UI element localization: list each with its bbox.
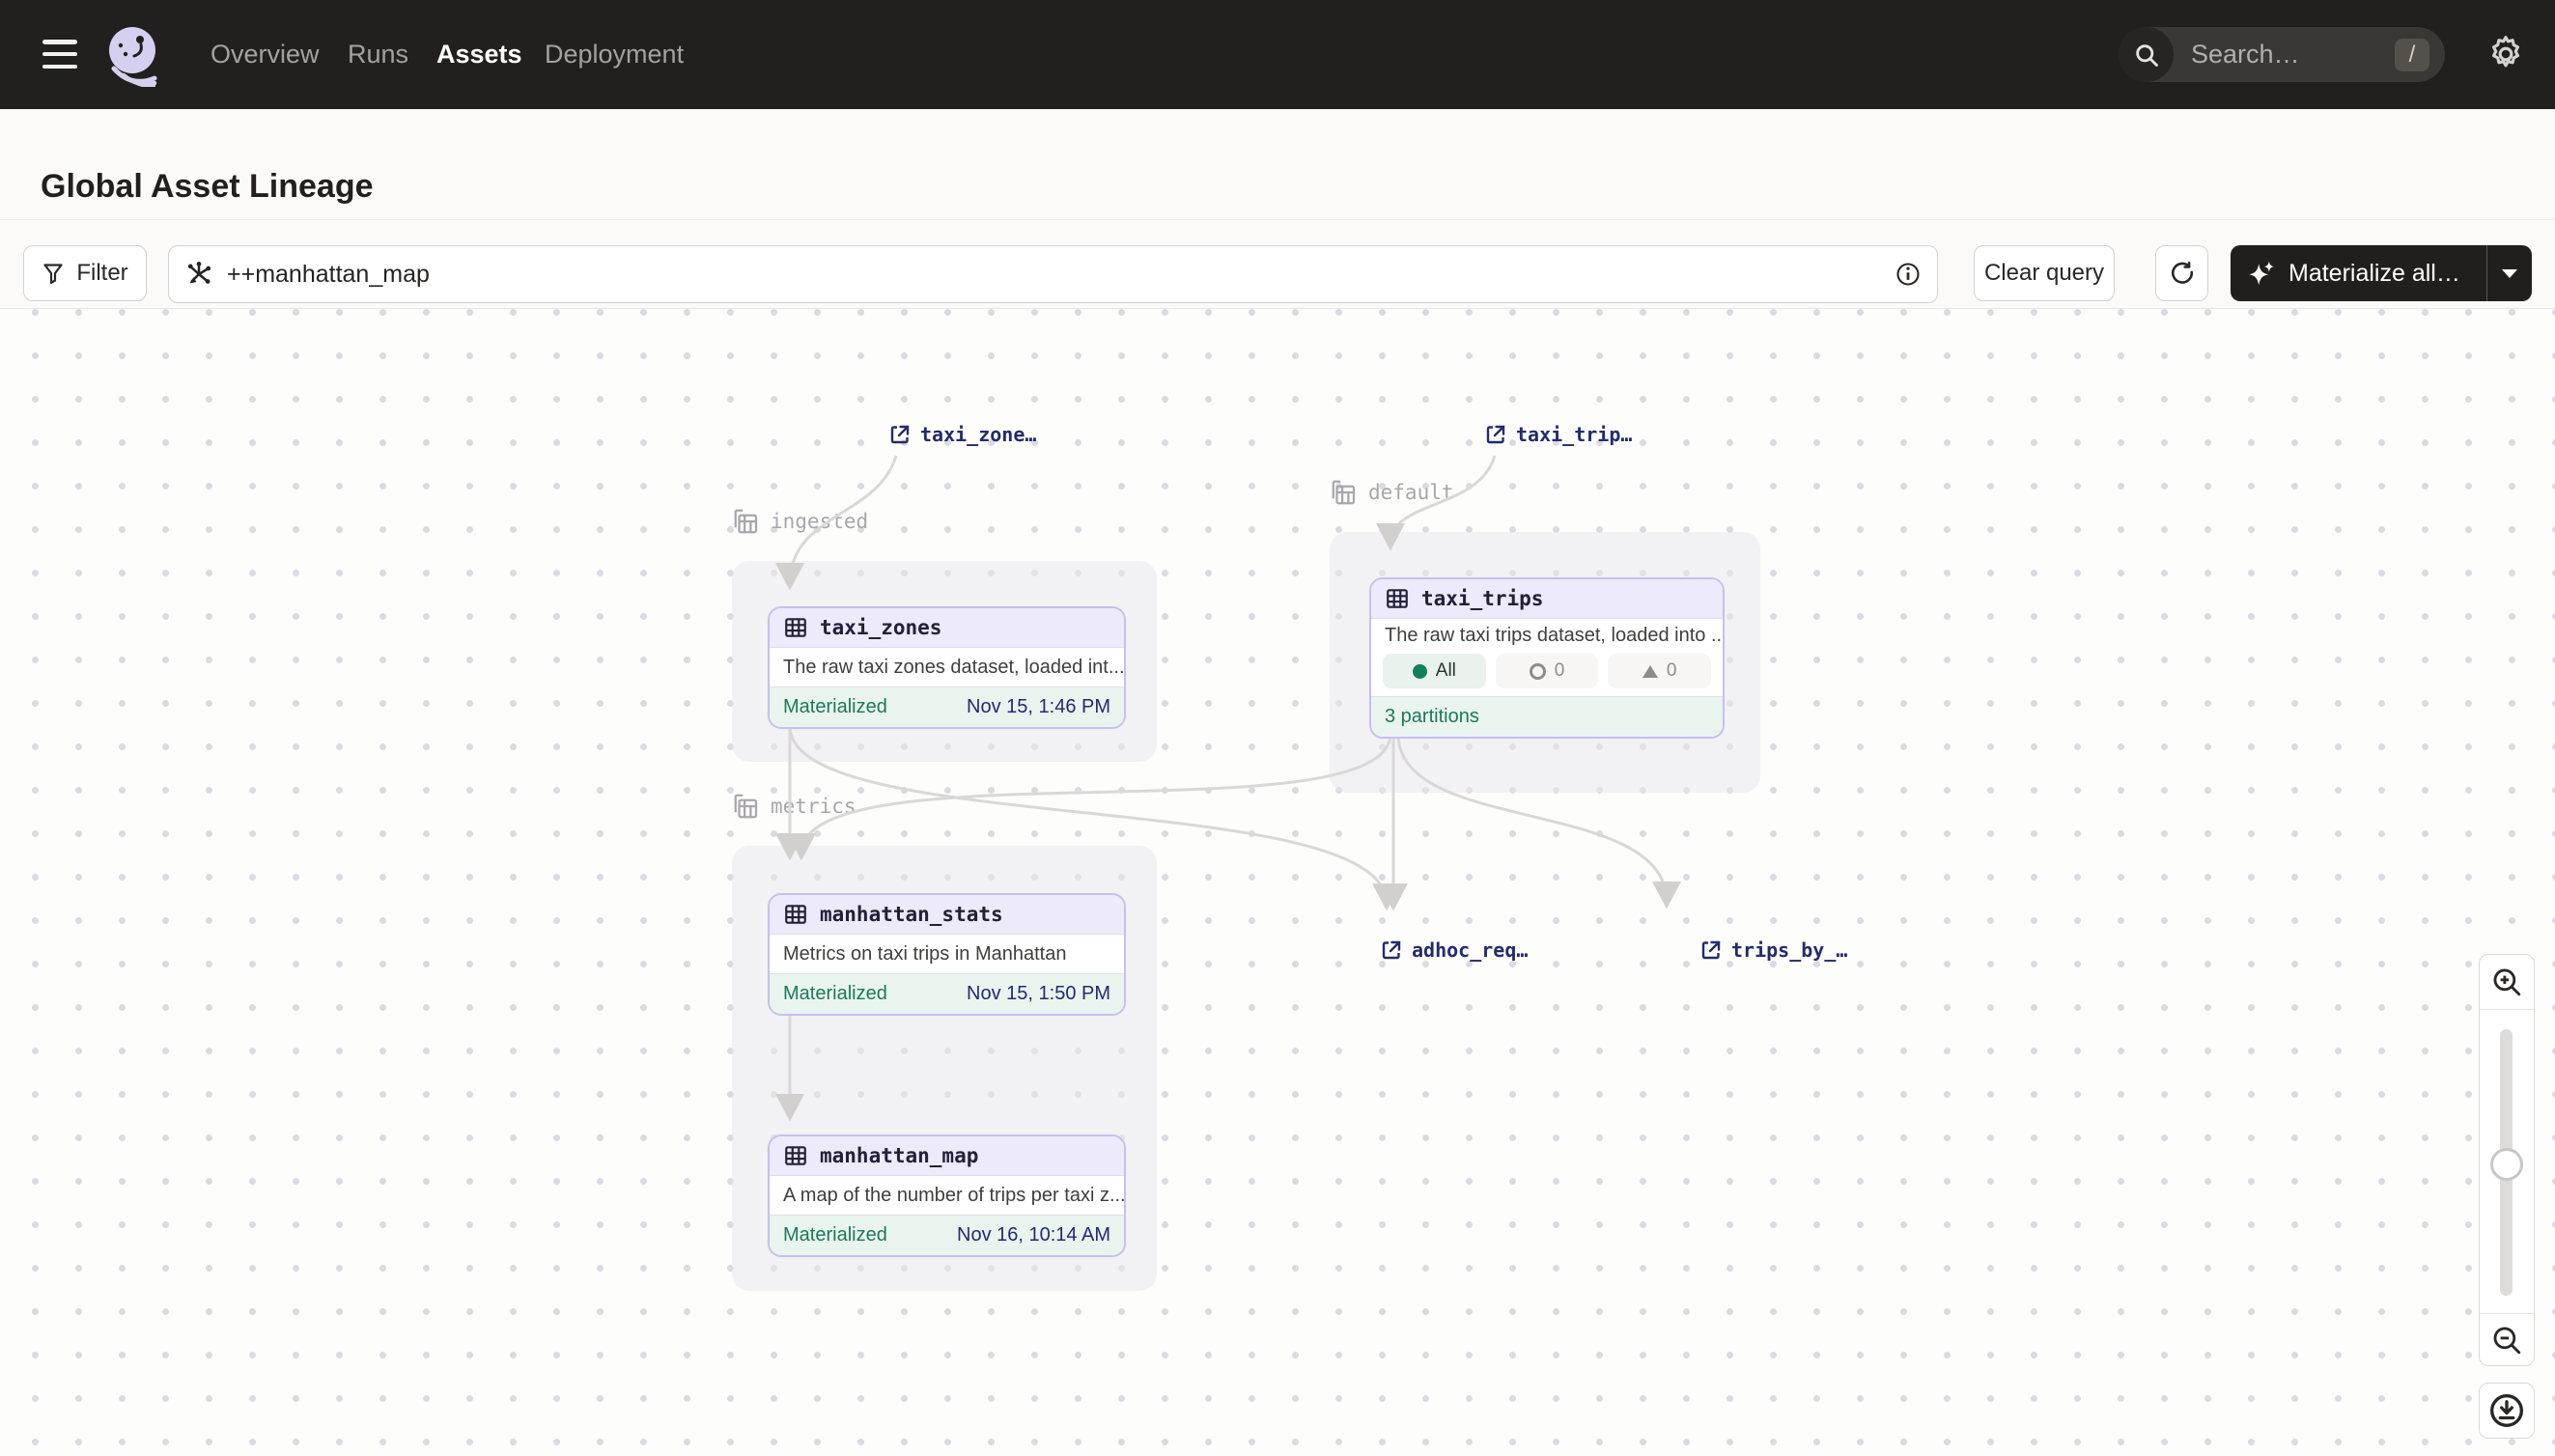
search-icon xyxy=(2119,27,2174,82)
search-shortcut-badge: / xyxy=(2395,39,2429,71)
sparkle-icon xyxy=(2248,259,2277,288)
materialize-options-button[interactable] xyxy=(2486,245,2532,301)
status-badge: Materialized xyxy=(783,1224,887,1246)
zoom-in-button[interactable] xyxy=(2480,955,2534,1008)
table-icon xyxy=(783,902,808,927)
zoom-slider-thumb[interactable] xyxy=(2490,1148,2523,1181)
zoom-out-icon xyxy=(2490,1324,2523,1357)
asset-description: The raw taxi trips dataset, loaded into … xyxy=(1371,619,1723,652)
chevron-down-icon xyxy=(2502,269,2517,278)
refresh-graph-button[interactable] xyxy=(2155,245,2208,301)
ring-icon xyxy=(1530,663,1546,680)
group-label-ingested[interactable]: ingested xyxy=(732,507,868,536)
filled-circle-icon xyxy=(1413,664,1427,679)
asset-description: The raw taxi zones dataset, loaded int..… xyxy=(770,648,1124,686)
partitions-failed-pill[interactable]: 0 xyxy=(1496,654,1599,688)
asset-query-input[interactable]: ++manhattan_map xyxy=(168,245,1938,303)
zoom-control-panel xyxy=(2479,954,2535,1366)
external-link-icon xyxy=(1699,938,1723,962)
refresh-icon xyxy=(2170,261,2195,286)
asset-title: taxi_zones xyxy=(820,616,941,639)
external-asset-taxi-trip[interactable]: taxi_trip… xyxy=(1484,423,1632,446)
external-asset-trips-by-week[interactable]: trips_by_… xyxy=(1699,938,1847,962)
group-label-default[interactable]: default xyxy=(1330,478,1454,507)
external-asset-adhoc-request[interactable]: adhoc_req… xyxy=(1380,938,1528,962)
materialization-timestamp: Nov 16, 10:14 AM xyxy=(957,1224,1110,1246)
table-icon xyxy=(783,615,808,640)
materialize-all-button[interactable]: Materialize all… xyxy=(2231,245,2486,301)
download-icon xyxy=(2487,1391,2526,1430)
dagster-logo-icon[interactable] xyxy=(104,23,166,87)
nav-link-assets[interactable]: Assets xyxy=(436,0,522,109)
materialization-timestamp: Nov 15, 1:46 PM xyxy=(967,696,1110,718)
edge-layer xyxy=(0,309,2555,1456)
graph-query-icon xyxy=(184,260,213,289)
asset-title: manhattan_stats xyxy=(820,903,1003,926)
clear-query-button[interactable]: Clear query xyxy=(1974,245,2115,301)
group-table-icon xyxy=(1330,478,1359,507)
status-badge: Materialized xyxy=(783,983,887,1005)
partition-health-row: All 0 0 xyxy=(1371,652,1723,696)
asset-node-manhattan-map[interactable]: manhattan_map A map of the number of tri… xyxy=(768,1134,1126,1257)
external-link-icon xyxy=(1484,423,1507,446)
download-graph-button[interactable] xyxy=(2479,1383,2535,1439)
nav-link-overview[interactable]: Overview xyxy=(211,0,320,109)
zoom-in-icon xyxy=(2490,966,2523,998)
external-asset-taxi-zone[interactable]: taxi_zone… xyxy=(888,423,1036,446)
materialize-split-button: Materialize all… xyxy=(2231,245,2532,301)
gear-icon[interactable] xyxy=(2484,33,2528,77)
menu-icon[interactable] xyxy=(42,40,77,69)
zoom-out-button[interactable] xyxy=(2480,1313,2534,1366)
nav-link-runs[interactable]: Runs xyxy=(348,0,408,109)
asset-description: Metrics on taxi trips in Manhattan xyxy=(770,935,1124,973)
partitions-materialized-pill[interactable]: All xyxy=(1383,654,1486,688)
materialization-timestamp: Nov 15, 1:50 PM xyxy=(967,983,1110,1005)
asset-node-manhattan-stats[interactable]: manhattan_stats Metrics on taxi trips in… xyxy=(768,893,1126,1016)
asset-node-taxi-zones[interactable]: taxi_zones The raw taxi zones dataset, l… xyxy=(768,606,1126,729)
asset-description: A map of the number of trips per taxi z.… xyxy=(770,1176,1124,1215)
info-icon[interactable] xyxy=(1895,261,1922,288)
table-icon xyxy=(783,1143,808,1168)
search-input[interactable]: Search… / xyxy=(2119,27,2445,82)
partitions-summary: 3 partitions xyxy=(1385,706,1479,728)
zoom-slider[interactable] xyxy=(2480,1009,2534,1314)
triangle-icon xyxy=(1642,665,1658,678)
external-link-icon xyxy=(888,423,912,446)
group-table-icon xyxy=(732,792,761,821)
table-icon xyxy=(1385,586,1410,611)
top-nav: Overview Runs Assets Deployment Search… … xyxy=(0,0,2555,109)
funnel-icon xyxy=(42,262,65,285)
group-table-icon xyxy=(732,507,761,536)
group-label-metrics[interactable]: metrics xyxy=(732,792,856,821)
lineage-toolbar: Filter ++manhattan_map Clear query xyxy=(0,220,2555,309)
status-badge: Materialized xyxy=(783,696,887,718)
nav-link-deployment[interactable]: Deployment xyxy=(545,0,684,109)
lineage-graph-pane[interactable]: ingested default metrics taxi_zone… xyxy=(0,309,2555,1456)
page-header: Global Asset Lineage Reload definitions xyxy=(0,109,2555,220)
asset-title: manhattan_map xyxy=(820,1144,978,1167)
external-link-icon xyxy=(1380,938,1403,962)
asset-query-value: ++manhattan_map xyxy=(227,261,1895,289)
search-placeholder: Search… xyxy=(2191,40,2395,70)
filter-button[interactable]: Filter xyxy=(23,245,147,301)
asset-node-taxi-trips[interactable]: taxi_trips The raw taxi trips dataset, l… xyxy=(1369,577,1725,739)
asset-title: taxi_trips xyxy=(1421,587,1543,610)
partitions-missing-pill[interactable]: 0 xyxy=(1608,654,1711,688)
